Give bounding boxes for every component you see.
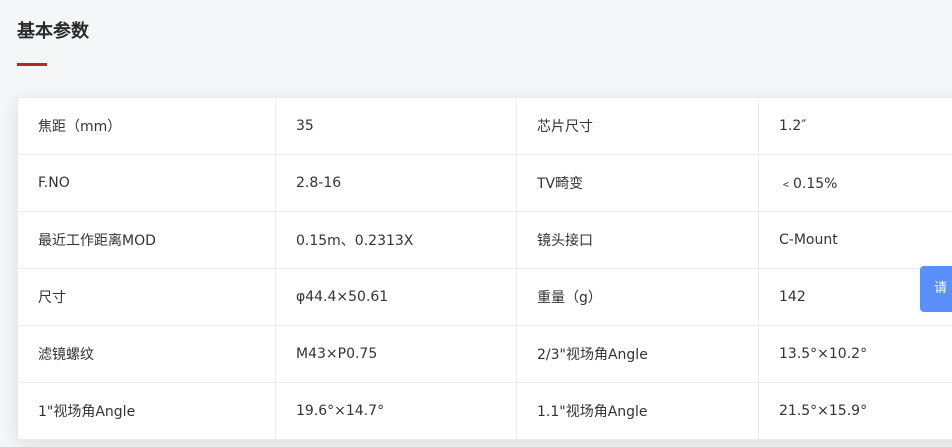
- param-value: 13.5°×10.2°: [758, 325, 952, 383]
- params-table: 焦距（mm） 35 芯片尺寸 1.2″ F.NO 2.8-16 TV畸变 ﹤0.…: [17, 97, 952, 440]
- section-title: 基本参数: [17, 21, 89, 42]
- param-value: C-Mount: [758, 211, 952, 269]
- param-label: 尺寸: [17, 268, 276, 326]
- table-row: 焦距（mm） 35 芯片尺寸 1.2″: [17, 97, 952, 155]
- title-underline: [17, 63, 47, 66]
- floating-consult-button[interactable]: 请: [920, 266, 952, 312]
- param-value: 0.15m、0.2313X: [275, 211, 517, 269]
- param-label: 镜头接口: [516, 211, 759, 269]
- param-label: F.NO: [17, 154, 276, 212]
- param-value: M43×P0.75: [275, 325, 517, 383]
- param-value: 19.6°×14.7°: [275, 382, 517, 440]
- param-value: 35: [275, 97, 517, 155]
- param-label: 滤镜螺纹: [17, 325, 276, 383]
- param-label: 最近工作距离MOD: [17, 211, 276, 269]
- param-label: 焦距（mm）: [17, 97, 276, 155]
- param-value: 1.2″: [758, 97, 952, 155]
- param-label: 重量（g）: [516, 268, 759, 326]
- param-label: 1.1"视场角Angle: [516, 382, 759, 440]
- table-row: 滤镜螺纹 M43×P0.75 2/3"视场角Angle 13.5°×10.2°: [17, 325, 952, 383]
- param-value: 2.8-16: [275, 154, 517, 212]
- param-value: φ44.4×50.61: [275, 268, 517, 326]
- table-row: F.NO 2.8-16 TV畸变 ﹤0.15%: [17, 154, 952, 212]
- param-label: 1"视场角Angle: [17, 382, 276, 440]
- table-row: 最近工作距离MOD 0.15m、0.2313X 镜头接口 C-Mount: [17, 211, 952, 269]
- param-value: ﹤0.15%: [758, 154, 952, 212]
- table-row: 1"视场角Angle 19.6°×14.7° 1.1"视场角Angle 21.5…: [17, 382, 952, 440]
- param-value: 21.5°×15.9°: [758, 382, 952, 440]
- table-row: 尺寸 φ44.4×50.61 重量（g） 142: [17, 268, 952, 326]
- param-label: 芯片尺寸: [516, 97, 759, 155]
- param-label: 2/3"视场角Angle: [516, 325, 759, 383]
- param-label: TV畸变: [516, 154, 759, 212]
